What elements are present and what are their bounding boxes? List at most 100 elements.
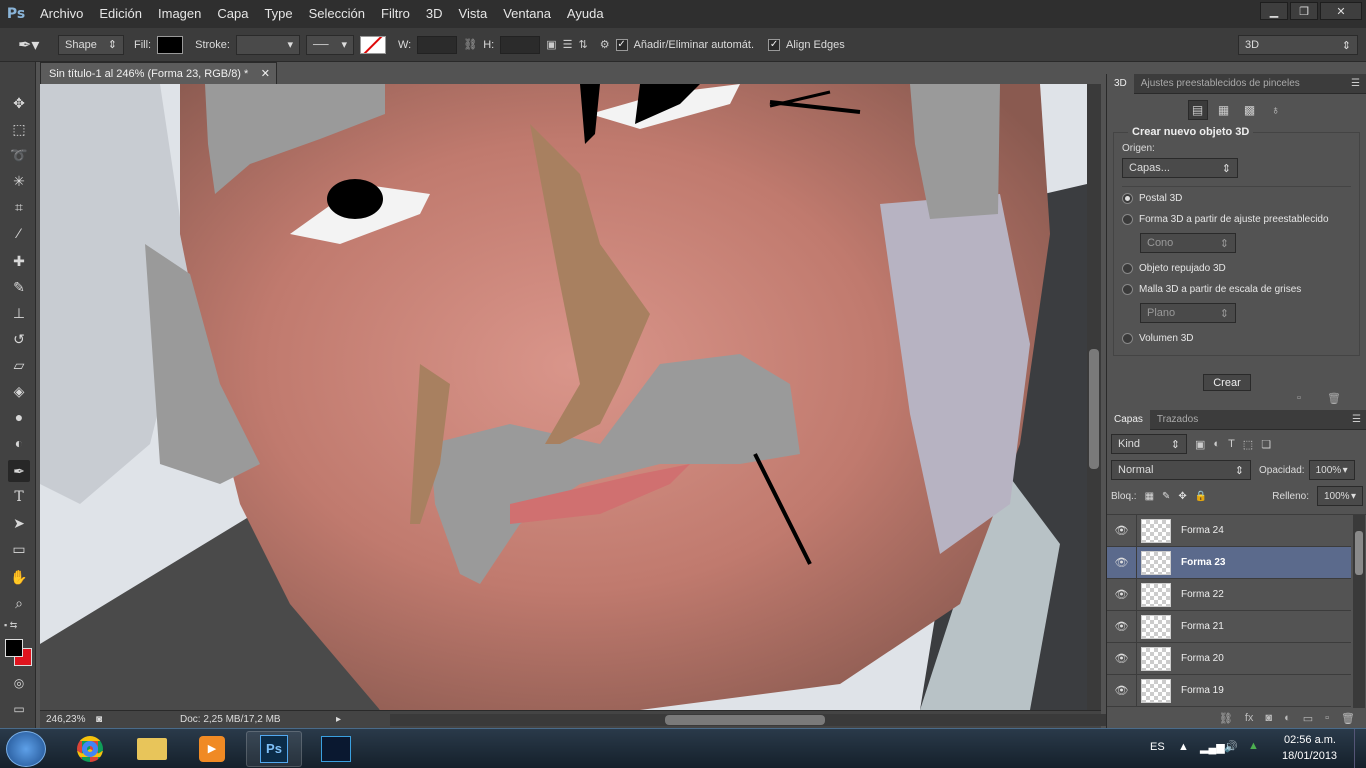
hand-tool-icon[interactable]: ✋ bbox=[8, 566, 30, 588]
menu-capa[interactable]: Capa bbox=[209, 0, 256, 28]
filter-pixel-icon[interactable]: ▣ bbox=[1195, 438, 1205, 451]
document-info[interactable]: Doc: 2,25 MB/17,2 MB bbox=[180, 714, 281, 725]
canvas-vertical-scrollbar[interactable] bbox=[1087, 84, 1101, 710]
light-icon[interactable]: ♁ bbox=[1266, 100, 1286, 120]
layer-row-forma-19[interactable]: 👁 Forma 19 bbox=[1107, 674, 1351, 707]
visibility-eye-icon[interactable]: 👁 bbox=[1107, 515, 1137, 547]
eraser-tool-icon[interactable]: ▱ bbox=[8, 354, 30, 376]
filter-adjustment-icon[interactable]: ◐ bbox=[1213, 438, 1220, 450]
panel-menu-icon[interactable]: ☰ bbox=[1351, 78, 1366, 89]
tray-expand-icon[interactable]: ▲ bbox=[1178, 741, 1189, 753]
filter-type-icon[interactable]: T bbox=[1228, 438, 1235, 450]
default-colors-icon[interactable]: ▪ ⇆ bbox=[4, 620, 17, 631]
menu-3d[interactable]: 3D bbox=[418, 0, 451, 28]
pen-tool-icon[interactable]: ✒ bbox=[8, 460, 30, 482]
adjustment-layer-icon[interactable]: ◐ bbox=[1284, 712, 1291, 724]
option-volume[interactable]: Volumen 3D bbox=[1122, 333, 1351, 344]
volume-icon[interactable]: 🔊 bbox=[1224, 740, 1238, 753]
height-input[interactable] bbox=[500, 35, 541, 54]
blur-tool-icon[interactable]: ● bbox=[8, 406, 30, 428]
path-arrangement-icon[interactable]: ⇅ bbox=[578, 38, 587, 51]
move-tool-icon[interactable]: ✥ bbox=[8, 92, 30, 114]
horizontal-scroll-thumb[interactable] bbox=[665, 715, 825, 725]
taskbar-photoshop[interactable]: Ps bbox=[246, 731, 302, 767]
zoom-tool-icon[interactable]: ⌕ bbox=[8, 592, 30, 614]
gear-icon[interactable]: ⚙ bbox=[600, 38, 610, 51]
delete-layer-icon[interactable]: 🗑 bbox=[1341, 712, 1355, 725]
tab-paths[interactable]: Trazados bbox=[1150, 410, 1205, 430]
zoom-level[interactable]: 246,23% bbox=[46, 714, 96, 725]
drive-icon[interactable]: ▲ bbox=[1248, 740, 1259, 752]
radio-grayscale-mesh[interactable] bbox=[1122, 284, 1133, 295]
layer-style-icon[interactable]: fx bbox=[1245, 712, 1254, 724]
fill-input[interactable]: 100% ▾ bbox=[1317, 486, 1363, 506]
menu-ayuda[interactable]: Ayuda bbox=[559, 0, 612, 28]
lock-all-icon[interactable]: 🔒 bbox=[1195, 491, 1207, 502]
option-postal-3d[interactable]: Postal 3D bbox=[1122, 193, 1351, 204]
fill-swatch[interactable] bbox=[157, 35, 184, 54]
source-dropdown[interactable]: Capas... ⇕ bbox=[1122, 158, 1238, 178]
layer-row-forma-24[interactable]: 👁 Forma 24 bbox=[1107, 515, 1351, 547]
status-menu-icon[interactable]: ▸ bbox=[336, 714, 341, 725]
share-icon[interactable]: ◙ bbox=[96, 714, 116, 725]
brush-tool-icon[interactable]: ✎ bbox=[8, 276, 30, 298]
crop-tool-icon[interactable]: ⌗ bbox=[8, 196, 30, 218]
trash-icon[interactable]: 🗑 bbox=[1327, 392, 1341, 405]
minimize-button[interactable]: ▁ bbox=[1260, 2, 1288, 20]
marquee-tool-icon[interactable]: ⬚ bbox=[8, 118, 30, 140]
width-input[interactable] bbox=[417, 35, 458, 54]
magic-wand-tool-icon[interactable]: ✳ bbox=[8, 170, 30, 192]
dodge-tool-icon[interactable]: ◐ bbox=[8, 432, 30, 454]
menu-vista[interactable]: Vista bbox=[451, 0, 496, 28]
taskbar-explorer[interactable] bbox=[124, 731, 180, 767]
network-signal-icon[interactable]: ▂▄▆ bbox=[1200, 741, 1225, 754]
align-edges-checkbox[interactable]: ✓ bbox=[768, 38, 781, 51]
radio-volume[interactable] bbox=[1122, 333, 1133, 344]
layer-row-forma-20[interactable]: 👁 Forma 20 bbox=[1107, 642, 1351, 675]
tab-brush-presets[interactable]: Ajustes preestablecidos de pinceles bbox=[1134, 74, 1307, 94]
screen-mode-icon[interactable]: ▭ bbox=[8, 698, 30, 720]
tool-mode-dropdown[interactable]: Shape ⇕ bbox=[58, 34, 124, 55]
filter-shape-icon[interactable]: ⬚ bbox=[1243, 438, 1253, 451]
visibility-eye-icon[interactable]: 👁 bbox=[1107, 610, 1137, 643]
close-document-icon[interactable]: ✕ bbox=[261, 63, 270, 85]
layers-scrollbar[interactable] bbox=[1353, 515, 1365, 708]
menu-ventana[interactable]: Ventana bbox=[495, 0, 559, 28]
lock-transparency-icon[interactable]: ▦ bbox=[1145, 491, 1154, 502]
menu-seleccion[interactable]: Selección bbox=[301, 0, 373, 28]
eyedropper-tool-icon[interactable]: ⁄ bbox=[8, 222, 30, 244]
option-extrusion[interactable]: Objeto repujado 3D bbox=[1122, 263, 1351, 274]
taskbar-app[interactable] bbox=[308, 731, 364, 767]
filter-smart-object-icon[interactable]: ❏ bbox=[1261, 438, 1271, 451]
radio-postal-3d[interactable] bbox=[1122, 193, 1133, 204]
menu-archivo[interactable]: Archivo bbox=[32, 0, 91, 28]
start-button[interactable] bbox=[6, 731, 46, 767]
taskbar-media-player[interactable]: ▶ bbox=[184, 731, 240, 767]
lock-pixels-icon[interactable]: ✎ bbox=[1162, 491, 1170, 502]
scene-icon[interactable]: ▤ bbox=[1187, 100, 1208, 120]
canvas-horizontal-scrollbar[interactable] bbox=[390, 714, 1120, 726]
path-operations-icon[interactable]: ▣ bbox=[546, 38, 556, 51]
close-button[interactable]: ✕ bbox=[1320, 2, 1362, 20]
path-alignment-icon[interactable]: ☰ bbox=[563, 38, 573, 51]
layer-mask-icon[interactable]: ◙ bbox=[1265, 712, 1272, 724]
option-grayscale-mesh[interactable]: Malla 3D a partir de escala de grises bbox=[1122, 284, 1351, 295]
new-layer-icon[interactable]: ▫ bbox=[1325, 712, 1329, 724]
material-icon[interactable]: ▩ bbox=[1240, 100, 1260, 120]
new-group-icon[interactable]: ▭ bbox=[1303, 712, 1313, 725]
blend-mode-dropdown[interactable]: Normal ⇕ bbox=[1111, 460, 1251, 480]
foreground-color-swatch[interactable] bbox=[5, 639, 23, 657]
clock-time[interactable]: 02:56 a.m. bbox=[1284, 734, 1336, 746]
layer-row-forma-21[interactable]: 👁 Forma 21 bbox=[1107, 610, 1351, 643]
menu-imagen[interactable]: Imagen bbox=[150, 0, 209, 28]
pen-tool-preset-icon[interactable]: ✒▾ bbox=[18, 35, 52, 55]
restore-button[interactable]: ❐ bbox=[1290, 2, 1318, 20]
link-icon[interactable]: ⛓ bbox=[463, 38, 477, 51]
path-selection-tool-icon[interactable]: ➤ bbox=[8, 512, 30, 534]
stroke-swatch-none[interactable] bbox=[359, 35, 386, 54]
layer-filter-dropdown[interactable]: Kind ⇕ bbox=[1111, 434, 1187, 454]
layers-scroll-thumb[interactable] bbox=[1355, 531, 1363, 575]
document-tab[interactable]: Sin título-1 al 246% (Forma 23, RGB/8) *… bbox=[40, 62, 277, 84]
language-indicator[interactable]: ES bbox=[1150, 741, 1165, 753]
type-tool-icon[interactable]: T bbox=[8, 486, 30, 508]
